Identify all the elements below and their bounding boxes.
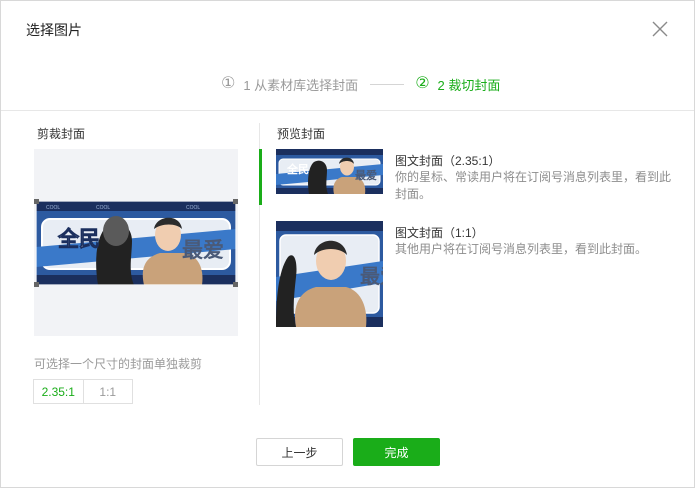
- step-connector: [370, 83, 405, 85]
- crop-hint: 可选择一个尺寸的封面单独裁剪: [34, 357, 203, 371]
- crop-handle-top-right[interactable]: [233, 199, 238, 204]
- preview-square-title: 图文封面（1:1）: [395, 226, 484, 240]
- step-2-number: ②: [415, 75, 430, 92]
- close-icon[interactable]: [650, 19, 670, 39]
- step-1-number: ①: [221, 75, 236, 92]
- preview-selected-indicator: [259, 149, 262, 205]
- crop-section-label: 剪裁封面: [37, 127, 86, 141]
- crop-canvas: 全民 最爱 COOL COOL COOL: [34, 149, 238, 336]
- select-image-dialog: 选择图片 ① 1 从素材库选择封面 ② 2 裁切封面 剪裁封面 预览封面 全民 …: [0, 0, 695, 488]
- ratio-selector: 2.35:1 1:1: [33, 379, 133, 404]
- preview-thumbnail-wide[interactable]: 全民 最爱: [276, 149, 383, 194]
- crop-handle-bottom-left[interactable]: [34, 282, 39, 287]
- preview-thumbnail-square[interactable]: 最爱: [276, 221, 383, 327]
- ratio-1-1-button[interactable]: 1:1: [84, 380, 133, 403]
- preview-square-desc: 其他用户将在订阅号消息列表里，看到此封面。: [395, 242, 648, 256]
- thumb-text-left: 全民: [286, 162, 309, 176]
- thumb-text-right: 最爱: [360, 265, 383, 288]
- crop-handle-top-left[interactable]: [34, 199, 39, 204]
- header-divider: [1, 110, 694, 111]
- ratio-2-35-button[interactable]: 2.35:1: [34, 380, 84, 403]
- step-2-label: 2 裁切封面: [437, 77, 501, 93]
- step-2: ② 2 裁切封面: [415, 75, 500, 94]
- done-button[interactable]: 完成: [353, 438, 440, 466]
- step-1: ① 1 从素材库选择封面: [221, 75, 358, 94]
- dialog-title: 选择图片: [26, 22, 82, 38]
- step-1-label: 1 从素材库选择封面: [243, 77, 359, 93]
- previous-step-button[interactable]: 上一步: [256, 438, 343, 466]
- crop-frame[interactable]: [34, 199, 238, 287]
- preview-wide-title: 图文封面（2.35:1）: [395, 154, 501, 168]
- preview-section-label: 预览封面: [277, 127, 326, 141]
- crop-handle-bottom-right[interactable]: [233, 282, 238, 287]
- step-indicator: ① 1 从素材库选择封面 ② 2 裁切封面: [221, 75, 500, 93]
- preview-wide-desc: 你的星标、常读用户将在订阅号消息列表里，看到此封面。: [395, 170, 672, 201]
- thumb-text-right: 最爱: [355, 169, 377, 182]
